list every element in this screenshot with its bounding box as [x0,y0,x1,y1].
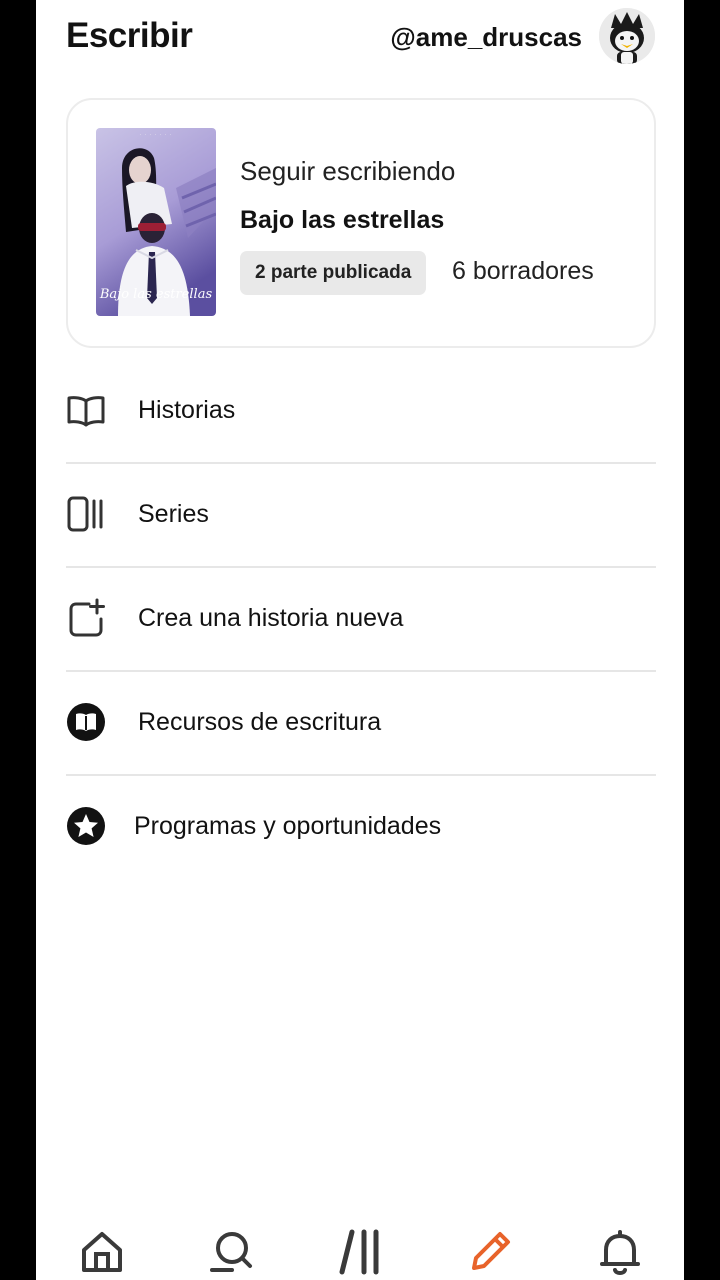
published-badge: 2 parte publicada [240,251,427,295]
pencil-icon [472,1232,510,1270]
menu-label-programs: Programas y oportunidades [134,812,442,840]
nav-library[interactable] [336,1228,384,1276]
cover-title-text: Bajo las estrellas [99,287,213,302]
writing-resources-icon [67,703,105,741]
menu-item-historias[interactable]: Historias [66,360,656,464]
write-screen: Escribir @ame_druscas · · · · · · · Bajo… [36,0,684,1280]
search-icon [210,1232,252,1272]
series-stack-icon [67,496,103,532]
library-icon [339,1229,379,1275]
menu-item-programs[interactable]: Programas y oportunidades [66,776,656,878]
drafts-count: 6 borradores [452,257,594,285]
continue-writing-label: Seguir escribiendo [240,156,456,186]
continue-writing-card[interactable]: · · · · · · · Bajo las estrellas Seguir … [66,98,656,348]
menu-label-series: Series [138,500,209,528]
header: Escribir @ame_druscas [36,0,684,80]
menu-label-writing-resources: Recursos de escritura [138,708,382,736]
bell-icon [600,1230,640,1275]
new-story-icon [69,598,105,637]
menu-item-series[interactable]: Series [66,464,656,568]
nav-write[interactable] [466,1228,514,1276]
write-menu: Historias Series Crea una historia nueva [66,360,656,878]
nav-search[interactable] [206,1228,254,1276]
menu-label-create-story: Crea una historia nueva [138,604,404,632]
menu-item-writing-resources[interactable]: Recursos de escritura [66,672,656,776]
home-icon [82,1232,122,1272]
badtz-maru-avatar-icon [599,8,655,64]
star-badge-icon [67,807,105,845]
menu-label-historias: Historias [138,396,236,424]
menu-item-create-story[interactable]: Crea una historia nueva [66,568,656,672]
username-label[interactable]: @ame_druscas [390,22,582,53]
page-title: Escribir [66,16,193,55]
open-book-icon [67,396,105,427]
story-title: Bajo las estrellas [240,206,445,234]
nav-notifications[interactable] [596,1228,644,1276]
cover-header-text: · · · · · · · [139,132,173,138]
nav-home[interactable] [78,1228,126,1276]
avatar[interactable] [599,8,655,64]
bottom-nav [36,1216,684,1280]
story-cover[interactable]: · · · · · · · Bajo las estrellas [96,128,216,316]
